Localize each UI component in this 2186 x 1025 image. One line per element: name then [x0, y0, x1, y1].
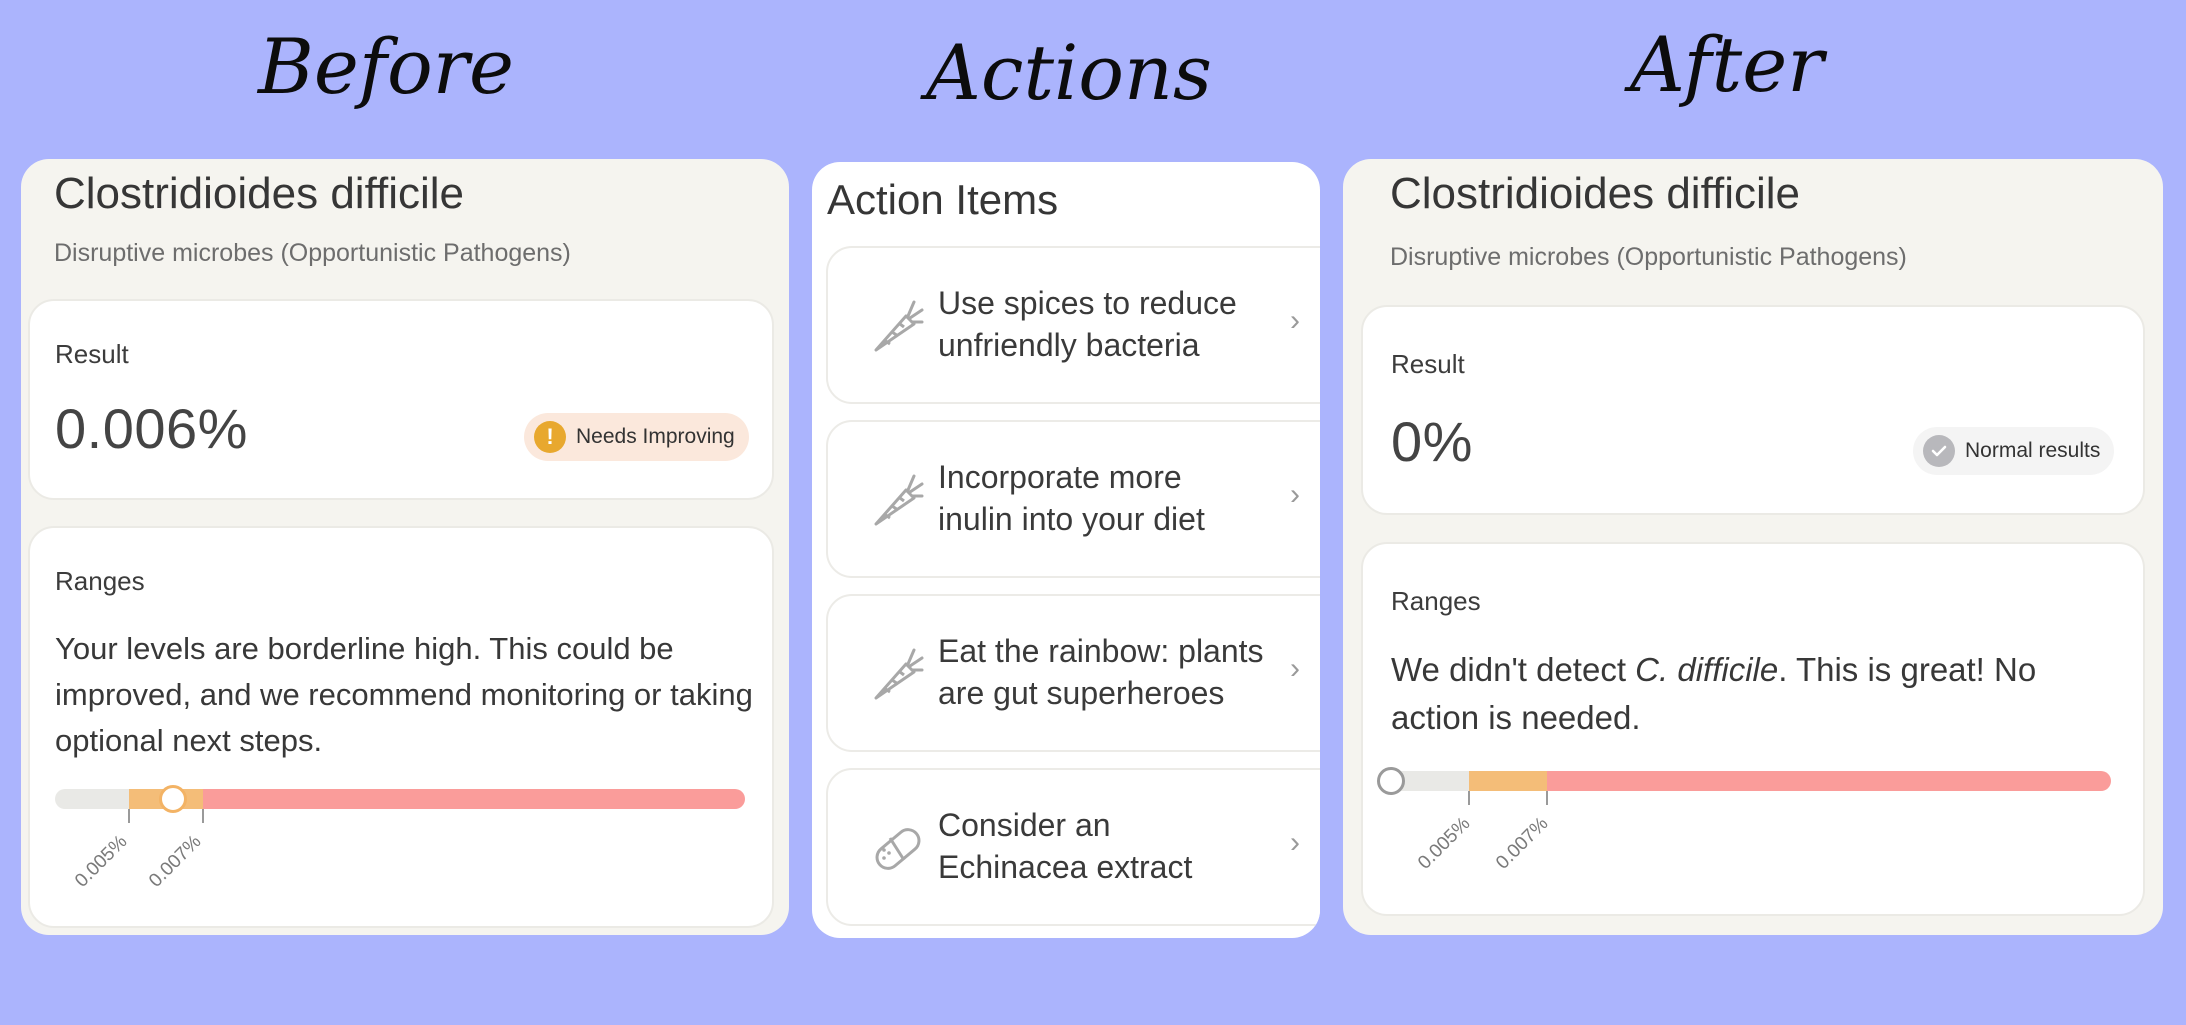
chevron-right-icon: › [1290, 826, 1300, 859]
tick-high [202, 809, 204, 823]
chevron-right-icon: › [1290, 478, 1300, 511]
result-label: Result [1391, 349, 1465, 379]
carrot-icon [874, 300, 924, 352]
page-subtitle: Disruptive microbes (Opportunistic Patho… [1390, 243, 1907, 271]
action-item-inulin[interactable]: Incorporate more inulin into your diet › [826, 420, 1320, 578]
actions-title: Action Items [827, 176, 1059, 223]
page-title: Clostridioides difficile [54, 169, 465, 218]
actions-panel: Action Items Use spices to reduce unfrie… [812, 162, 1320, 938]
action-item-spices[interactable]: Use spices to reduce unfriendly bacteria… [826, 246, 1320, 404]
ranges-description: We didn't detect C. difficile. This is g… [1391, 651, 2037, 736]
action-item-label: Incorporate more inulin into your diet [938, 459, 1205, 537]
chevron-right-icon: › [1290, 652, 1300, 685]
result-marker [159, 785, 187, 813]
action-item-label: Use spices to reduce unfriendly bacteria [938, 285, 1237, 363]
tick-label-low: 0.005% [70, 831, 132, 892]
page-subtitle: Disruptive microbes (Opportunistic Patho… [54, 239, 571, 267]
ranges-label: Ranges [1391, 586, 1481, 616]
result-value: 0% [1391, 410, 1473, 473]
range-bar [1377, 767, 2111, 805]
ranges-label: Ranges [55, 566, 145, 596]
status-badge-label: Needs Improving [576, 425, 735, 448]
before-panel: Clostridioides difficile Disruptive micr… [21, 159, 789, 935]
range-high-segment [203, 789, 745, 809]
tick-label-high: 0.007% [1491, 813, 1553, 874]
tick-high [1546, 791, 1548, 805]
tick-low [1468, 791, 1470, 805]
chevron-right-icon: › [1290, 304, 1300, 337]
actions-heading: Actions [926, 28, 1213, 117]
status-badge-label: Normal results [1965, 439, 2101, 462]
ranges-card: Ranges Your levels are borderline high. … [28, 526, 774, 928]
action-item-label: Eat the rainbow: plants are gut superher… [938, 633, 1264, 711]
range-high-segment [1547, 771, 2111, 791]
range-mid-segment [1469, 771, 1547, 791]
range-bar [55, 785, 745, 823]
before-heading: Before [258, 22, 515, 111]
ranges-card: Ranges We didn't detect C. difficile. Th… [1361, 542, 2145, 916]
status-badge: ! Needs Improving [524, 413, 749, 461]
pill-icon [875, 828, 921, 870]
species-name: C. difficile [1635, 651, 1779, 688]
result-label: Result [55, 339, 129, 369]
after-heading: After [1630, 20, 1824, 109]
after-panel: Clostridioides difficile Disruptive micr… [1343, 159, 2163, 935]
carrot-icon [874, 474, 924, 526]
action-item-label: Consider an Echinacea extract [938, 807, 1193, 885]
check-icon [1923, 435, 1955, 467]
status-badge: Normal results [1913, 427, 2115, 475]
ranges-description: Your levels are borderline high. This co… [55, 631, 753, 758]
range-low-segment [55, 789, 129, 809]
result-card: Result 0.006% ! Needs Improving [28, 299, 774, 500]
tick-label-low: 0.005% [1413, 813, 1475, 874]
action-item-rainbow[interactable]: Eat the rainbow: plants are gut superher… [826, 594, 1320, 752]
tick-label-high: 0.007% [144, 831, 206, 892]
tick-low [128, 809, 130, 823]
result-card: Result 0% Normal results [1361, 305, 2145, 515]
page-title: Clostridioides difficile [1390, 169, 1801, 218]
action-item-echinacea[interactable]: Consider an Echinacea extract › [826, 768, 1320, 926]
exclamation-icon: ! [534, 421, 566, 453]
carrot-icon [874, 648, 924, 700]
result-value: 0.006% [55, 397, 248, 460]
result-marker [1377, 767, 1405, 795]
